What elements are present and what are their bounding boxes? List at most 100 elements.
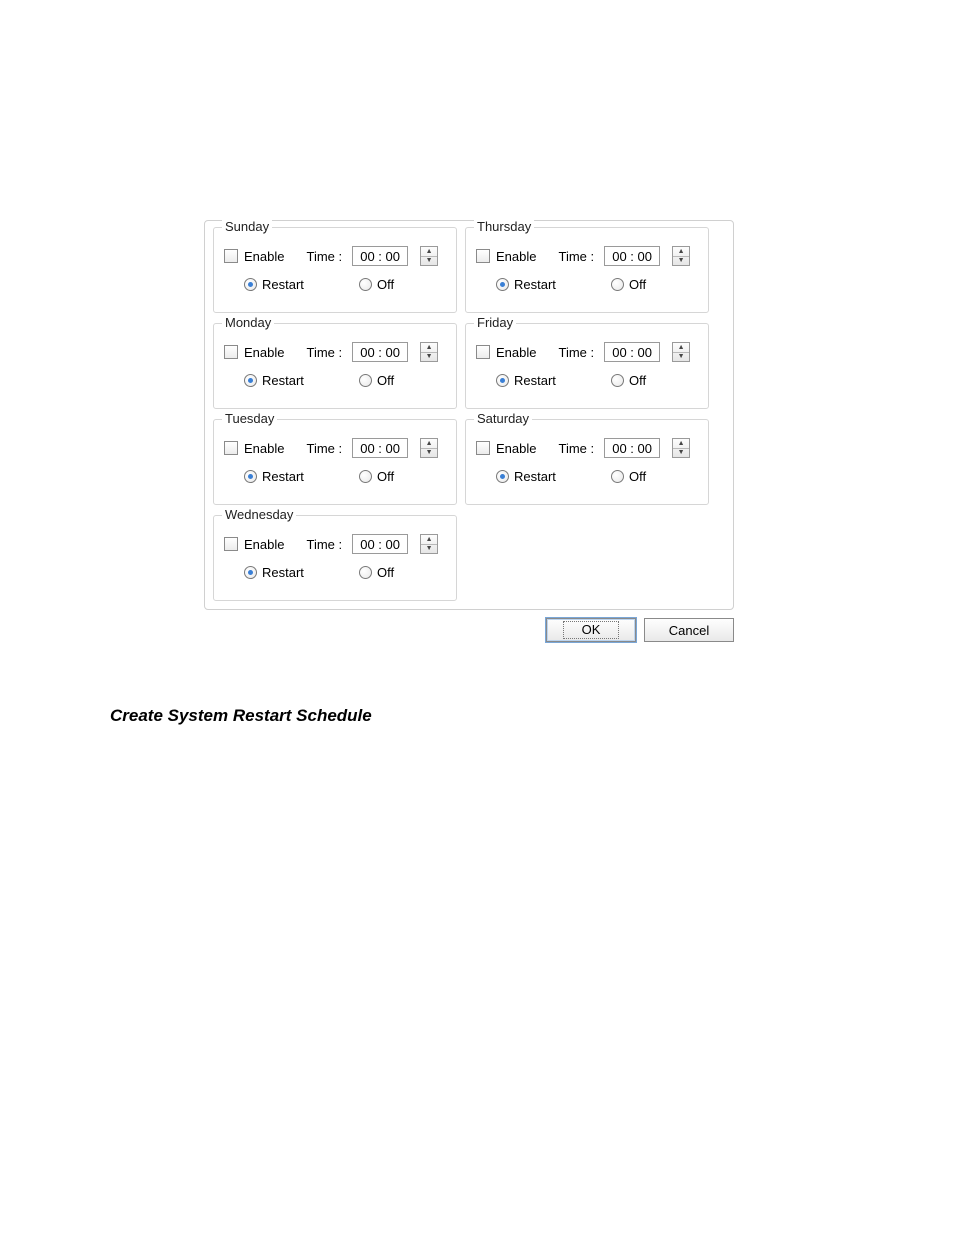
time-label-thursday: Time : <box>558 249 594 264</box>
day-legend-thursday: Thursday <box>474 219 534 234</box>
restart-radio-wednesday[interactable] <box>244 566 257 579</box>
figure-caption: Create System Restart Schedule <box>110 706 372 726</box>
enable-checkbox-saturday[interactable] <box>476 441 490 455</box>
off-option-saturday[interactable]: Off <box>611 469 646 484</box>
day-legend-friday: Friday <box>474 315 516 330</box>
schedule-panel: SundayEnableTime :00 : 00▲▼RestartOffMon… <box>204 220 734 610</box>
day-row-enable-monday: EnableTime :00 : 00▲▼ <box>224 338 446 366</box>
restart-option-monday[interactable]: Restart <box>244 373 359 388</box>
off-radio-friday[interactable] <box>611 374 624 387</box>
off-option-tuesday[interactable]: Off <box>359 469 394 484</box>
day-group-tuesday: TuesdayEnableTime :00 : 00▲▼RestartOff <box>213 419 457 505</box>
restart-option-friday[interactable]: Restart <box>496 373 611 388</box>
chevron-down-icon[interactable]: ▼ <box>421 545 437 554</box>
chevron-up-icon[interactable]: ▲ <box>673 439 689 449</box>
time-spinner-sunday[interactable]: ▲▼ <box>420 246 438 266</box>
day-legend-tuesday: Tuesday <box>222 411 277 426</box>
restart-option-thursday[interactable]: Restart <box>496 277 611 292</box>
off-option-wednesday[interactable]: Off <box>359 565 394 580</box>
day-row-enable-friday: EnableTime :00 : 00▲▼ <box>476 338 698 366</box>
time-input-tuesday[interactable]: 00 : 00 <box>352 438 408 458</box>
off-label-tuesday: Off <box>377 469 394 484</box>
day-group-saturday: SaturdayEnableTime :00 : 00▲▼RestartOff <box>465 419 709 505</box>
chevron-up-icon[interactable]: ▲ <box>673 343 689 353</box>
off-radio-sunday[interactable] <box>359 278 372 291</box>
chevron-up-icon[interactable]: ▲ <box>421 343 437 353</box>
off-option-friday[interactable]: Off <box>611 373 646 388</box>
day-row-enable-saturday: EnableTime :00 : 00▲▼ <box>476 434 698 462</box>
restart-label-monday: Restart <box>262 373 304 388</box>
chevron-up-icon[interactable]: ▲ <box>421 535 437 545</box>
off-label-saturday: Off <box>629 469 646 484</box>
off-label-thursday: Off <box>629 277 646 292</box>
time-input-saturday[interactable]: 00 : 00 <box>604 438 660 458</box>
day-row-enable-thursday: Enable Time : 00 : 00 ▲▼ <box>476 242 698 270</box>
restart-radio-tuesday[interactable] <box>244 470 257 483</box>
time-spinner-wednesday[interactable]: ▲▼ <box>420 534 438 554</box>
time-spinner-tuesday[interactable]: ▲▼ <box>420 438 438 458</box>
off-radio-thursday[interactable] <box>611 278 624 291</box>
time-label-wednesday: Time : <box>306 537 342 552</box>
time-input-monday[interactable]: 00 : 00 <box>352 342 408 362</box>
day-row-enable-wednesday: EnableTime :00 : 00▲▼ <box>224 530 446 558</box>
restart-option-sunday[interactable]: Restart <box>244 277 359 292</box>
day-row-mode-wednesday: Restart Off <box>224 558 446 586</box>
day-legend-sunday: Sunday <box>222 219 272 234</box>
off-radio-wednesday[interactable] <box>359 566 372 579</box>
day-group-monday: MondayEnableTime :00 : 00▲▼RestartOff <box>213 323 457 409</box>
restart-radio-friday[interactable] <box>496 374 509 387</box>
day-legend-monday: Monday <box>222 315 274 330</box>
chevron-down-icon[interactable]: ▼ <box>673 353 689 362</box>
enable-checkbox-sunday[interactable] <box>224 249 238 263</box>
enable-checkbox-friday[interactable] <box>476 345 490 359</box>
time-spinner-saturday[interactable]: ▲▼ <box>672 438 690 458</box>
restart-radio-saturday[interactable] <box>496 470 509 483</box>
enable-checkbox-thursday[interactable] <box>476 249 490 263</box>
restart-radio-sunday[interactable] <box>244 278 257 291</box>
time-label-saturday: Time : <box>558 441 594 456</box>
time-spinner-friday[interactable]: ▲▼ <box>672 342 690 362</box>
day-row-mode-friday: RestartOff <box>476 366 698 394</box>
day-row-mode-monday: Restart Off <box>224 366 446 394</box>
chevron-up-icon[interactable]: ▲ <box>421 247 437 257</box>
time-input-thursday[interactable]: 00 : 00 <box>604 246 660 266</box>
day-row-mode-sunday: Restart Off <box>224 270 446 298</box>
time-spinner-monday[interactable]: ▲▼ <box>420 342 438 362</box>
off-option-monday[interactable]: Off <box>359 373 394 388</box>
restart-option-wednesday[interactable]: Restart <box>244 565 359 580</box>
cancel-button[interactable]: Cancel <box>644 618 734 642</box>
enable-checkbox-tuesday[interactable] <box>224 441 238 455</box>
ok-button[interactable]: OK <box>546 618 636 642</box>
day-group-wednesday: WednesdayEnableTime :00 : 00▲▼RestartOff <box>213 515 457 601</box>
enable-checkbox-wednesday[interactable] <box>224 537 238 551</box>
day-group-thursday: ThursdayEnableTime :00 : 00▲▼RestartOff <box>465 227 709 313</box>
chevron-down-icon[interactable]: ▼ <box>421 353 437 362</box>
off-radio-tuesday[interactable] <box>359 470 372 483</box>
off-label-monday: Off <box>377 373 394 388</box>
restart-option-saturday[interactable]: Restart <box>496 469 611 484</box>
restart-radio-thursday[interactable] <box>496 278 509 291</box>
time-label-tuesday: Time : <box>306 441 342 456</box>
chevron-up-icon[interactable]: ▲ <box>673 247 689 257</box>
off-label-wednesday: Off <box>377 565 394 580</box>
enable-checkbox-monday[interactable] <box>224 345 238 359</box>
off-radio-monday[interactable] <box>359 374 372 387</box>
time-input-wednesday[interactable]: 00 : 00 <box>352 534 408 554</box>
time-label-sunday: Time : <box>306 249 342 264</box>
off-option-sunday[interactable]: Off <box>359 277 394 292</box>
chevron-down-icon[interactable]: ▼ <box>673 449 689 458</box>
off-radio-saturday[interactable] <box>611 470 624 483</box>
time-input-friday[interactable]: 00 : 00 <box>604 342 660 362</box>
restart-option-tuesday[interactable]: Restart <box>244 469 359 484</box>
enable-label-thursday: Enable <box>496 249 536 264</box>
time-spinner-thursday[interactable]: ▲▼ <box>672 246 690 266</box>
restart-radio-monday[interactable] <box>244 374 257 387</box>
chevron-up-icon[interactable]: ▲ <box>421 439 437 449</box>
off-option-thursday[interactable]: Off <box>611 277 646 292</box>
time-input-sunday[interactable]: 00 : 00 <box>352 246 408 266</box>
restart-label-sunday: Restart <box>262 277 304 292</box>
chevron-down-icon[interactable]: ▼ <box>421 449 437 458</box>
chevron-down-icon[interactable]: ▼ <box>673 257 689 266</box>
chevron-down-icon[interactable]: ▼ <box>421 257 437 266</box>
cancel-button-label: Cancel <box>669 623 709 638</box>
